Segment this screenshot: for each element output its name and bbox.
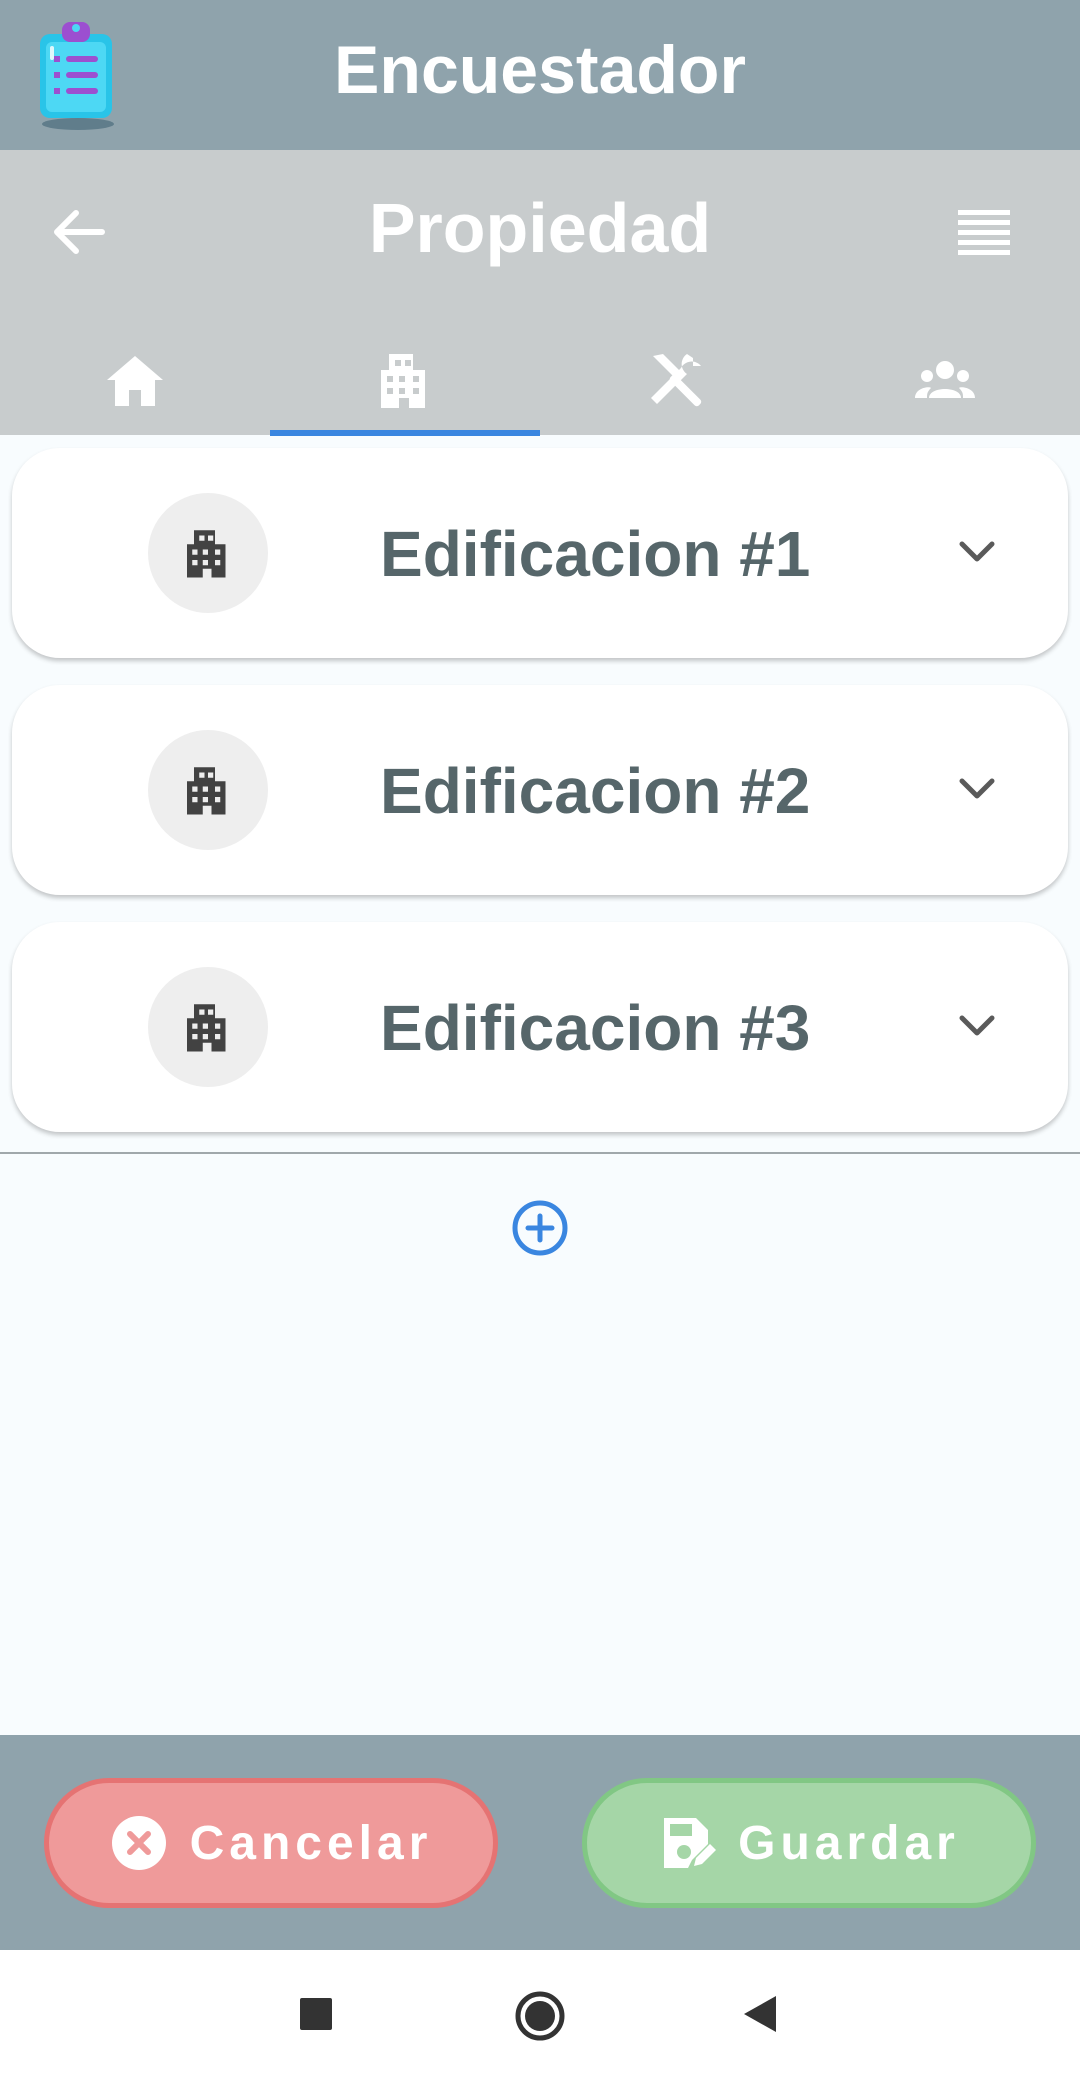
cancel-label: Cancelar bbox=[189, 1816, 433, 1870]
tools-icon bbox=[651, 354, 702, 407]
active-tab-indicator bbox=[270, 430, 540, 436]
building-card-1[interactable]: Edificacion #1 bbox=[12, 448, 1068, 658]
tab-buildings[interactable] bbox=[270, 325, 540, 435]
tab-tools[interactable] bbox=[540, 325, 810, 435]
building-icon bbox=[187, 767, 226, 815]
app-title: Encuestador bbox=[334, 32, 746, 108]
back-triangle-icon[interactable] bbox=[742, 1994, 778, 2034]
chevron-down-icon[interactable] bbox=[952, 1000, 1002, 1050]
cancel-circle-icon bbox=[111, 1816, 166, 1870]
app-bar: Encuestador bbox=[0, 0, 1080, 150]
building-avatar bbox=[148, 730, 268, 850]
chevron-down-icon[interactable] bbox=[952, 526, 1002, 576]
list-divider bbox=[0, 1152, 1080, 1154]
building-icon bbox=[381, 354, 425, 408]
chevron-down-icon[interactable] bbox=[952, 763, 1002, 813]
building-title: Edificacion #2 bbox=[380, 755, 811, 827]
building-card-3[interactable]: Edificacion #3 bbox=[12, 922, 1068, 1132]
cancel-button[interactable]: Cancelar bbox=[44, 1778, 498, 1908]
save-edit-icon bbox=[664, 1818, 717, 1868]
tab-people[interactable] bbox=[810, 325, 1080, 435]
save-label: Guardar bbox=[738, 1816, 960, 1870]
people-icon bbox=[915, 361, 975, 398]
add-circle-icon[interactable] bbox=[508, 1196, 572, 1260]
building-icon bbox=[187, 1004, 226, 1052]
home-circle-icon[interactable] bbox=[514, 1990, 566, 2042]
tab-bar bbox=[0, 325, 1080, 435]
recents-square-icon[interactable] bbox=[300, 1998, 332, 2030]
system-nav-bar bbox=[0, 1950, 1080, 2080]
building-avatar bbox=[148, 967, 268, 1087]
building-icon bbox=[187, 530, 226, 578]
page-title: Propiedad bbox=[368, 189, 712, 267]
building-title: Edificacion #3 bbox=[380, 992, 811, 1064]
tab-home[interactable] bbox=[0, 325, 270, 435]
building-card-2[interactable]: Edificacion #2 bbox=[12, 685, 1068, 895]
menu-icon[interactable] bbox=[950, 196, 1022, 268]
save-button[interactable]: Guardar bbox=[582, 1778, 1036, 1908]
home-icon bbox=[107, 356, 163, 406]
building-avatar bbox=[148, 493, 268, 613]
building-title: Edificacion #1 bbox=[380, 518, 811, 590]
